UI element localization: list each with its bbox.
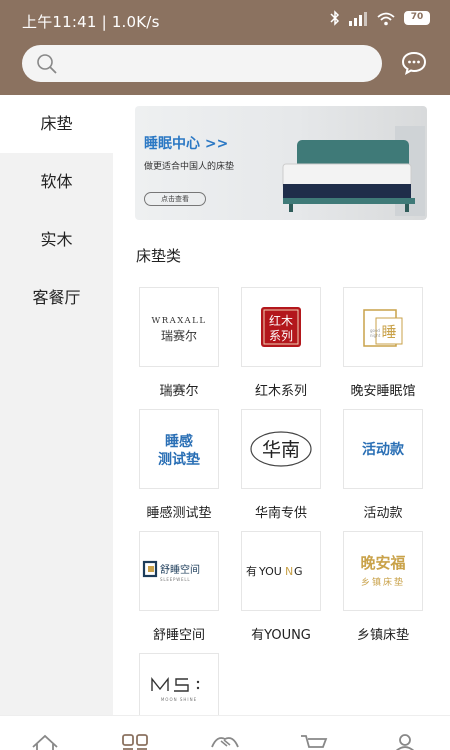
svg-text:测试垫: 测试垫 <box>158 451 200 468</box>
svg-text:睡感: 睡感 <box>165 433 193 450</box>
profile-icon[interactable] <box>392 733 418 750</box>
brand-label: 乡镇床垫 <box>356 628 409 643</box>
banner-view-button[interactable]: 点击查看 <box>144 192 206 206</box>
brand-label: 华南专供 <box>254 506 307 521</box>
bottom-tab-bar <box>0 715 450 750</box>
sleepwell-logo: 舒睡空间 SLEEPWELL <box>142 560 200 582</box>
brand-tile-sleepwell[interactable]: 舒睡空间 SLEEPWELL <box>139 531 219 611</box>
brand-tile-township[interactable]: 晚安福 乡镇床垫 <box>343 531 423 611</box>
brand-tile-goodnight[interactable]: 睡 good night <box>343 287 423 367</box>
status-time: 上午11:41 | 1.0K/s <box>22 13 160 31</box>
status-bar: 上午11:41 | 1.0K/s 70 <box>0 0 450 40</box>
brand-label: 睡感测试垫 <box>146 506 212 521</box>
svg-text:晚安福: 晚安福 <box>360 554 405 572</box>
signal-icon <box>349 11 367 26</box>
sleep-test-logo: 睡感 测试垫 <box>158 433 200 468</box>
svg-text:红木: 红木 <box>269 313 293 328</box>
svg-text:瑞赛尔: 瑞赛尔 <box>161 328 197 343</box>
cart-icon[interactable] <box>299 733 329 750</box>
header: 上午11:41 | 1.0K/s 70 <box>0 0 450 95</box>
svg-text:G: G <box>294 565 303 578</box>
moonshine-logo: MOON SHINE <box>151 676 200 702</box>
redwood-logo: 红木 系列 <box>261 307 301 347</box>
brand-tile-south-china[interactable]: 华南 <box>241 409 321 489</box>
brand-tile-promo[interactable]: 活动款 <box>343 409 423 489</box>
svg-text:N: N <box>285 565 293 578</box>
search-icon <box>37 54 57 74</box>
sidebar-item-dining-living[interactable]: 客餐厅 <box>0 269 113 327</box>
category-sidebar: 床垫 软体 实木 客餐厅 <box>0 95 113 715</box>
svg-text:睡: 睡 <box>381 323 396 341</box>
home-icon[interactable] <box>30 733 60 750</box>
south-china-logo: 华南 <box>250 431 312 467</box>
brand-label: 舒睡空间 <box>152 628 205 643</box>
svg-text:舒睡空间: 舒睡空间 <box>160 563 200 576</box>
message-icon[interactable] <box>400 50 428 76</box>
brand-tile-wraxall[interactable]: WRAXALL 瑞赛尔 <box>139 287 219 367</box>
svg-text:活动款: 活动款 <box>362 441 405 458</box>
status-icons: 70 <box>330 10 430 26</box>
sidebar-item-mattress[interactable]: 床垫 <box>0 95 113 153</box>
brand-tile-young[interactable]: 有 YOU N G <box>241 531 321 611</box>
svg-text:乡镇床垫: 乡镇床垫 <box>361 576 405 588</box>
bluetooth-icon <box>330 10 340 26</box>
search-input[interactable] <box>22 45 382 82</box>
young-logo: 有 YOU N G <box>246 564 303 578</box>
brand-label: 活动款 <box>363 506 403 521</box>
handshake-icon[interactable] <box>209 733 241 750</box>
svg-text:华南: 华南 <box>262 439 300 461</box>
battery-indicator: 70 <box>404 11 430 25</box>
brand-tile-moonshine[interactable]: MOON SHINE <box>139 653 219 715</box>
township-logo: 晚安福 乡镇床垫 <box>360 554 405 588</box>
svg-text:MOON SHINE: MOON SHINE <box>161 697 197 702</box>
wifi-icon <box>377 12 395 25</box>
svg-text:night: night <box>370 333 381 338</box>
svg-text:YOU: YOU <box>258 565 282 578</box>
brand-label: 晚安睡眠馆 <box>350 384 416 399</box>
banner-title: 睡眠中心 >> <box>144 136 229 152</box>
wraxall-logo: WRAXALL 瑞赛尔 <box>152 316 207 343</box>
section-title: 床垫类 <box>136 247 182 265</box>
brand-tile-redwood[interactable]: 红木 系列 <box>241 287 321 367</box>
category-icon[interactable] <box>121 733 149 750</box>
goodnight-logo: 睡 good night <box>363 309 403 347</box>
brand-label: 有YOUNG <box>251 628 311 643</box>
svg-text:WRAXALL: WRAXALL <box>152 316 207 326</box>
svg-text:SLEEPWELL: SLEEPWELL <box>160 577 190 582</box>
svg-text:有: 有 <box>246 564 257 578</box>
bed-image <box>282 126 425 216</box>
brand-label: 瑞赛尔 <box>159 384 199 399</box>
promo-logo: 活动款 <box>362 441 405 458</box>
sidebar-item-solid-wood[interactable]: 实木 <box>0 211 113 269</box>
svg-text:系列: 系列 <box>269 329 293 343</box>
brand-tile-sleep-test[interactable]: 睡感 测试垫 <box>139 409 219 489</box>
promo-banner[interactable]: 睡眠中心 >> 做更适合中国人的床垫 点击查看 <box>135 106 427 220</box>
brand-label: 红木系列 <box>254 384 307 399</box>
sidebar-item-upholstered[interactable]: 软体 <box>0 153 113 211</box>
banner-subtitle: 做更适合中国人的床垫 <box>144 162 235 172</box>
